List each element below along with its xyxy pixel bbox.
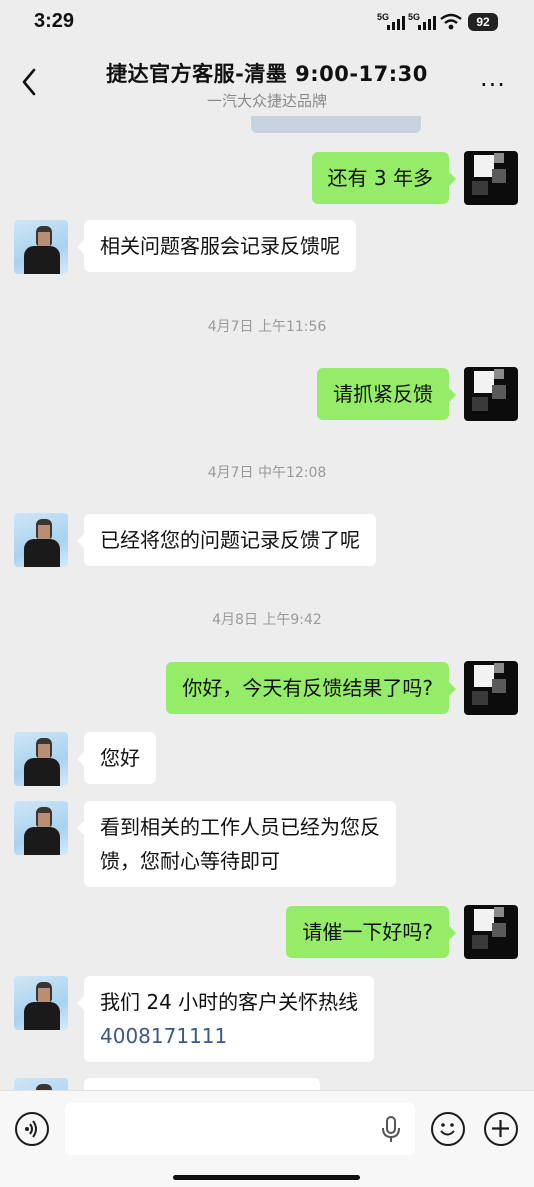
emoji-icon[interactable] bbox=[431, 1112, 465, 1146]
message-bubble-in[interactable]: 看到相关的工作人员已经为您反 馈，您耐心等待即可 bbox=[77, 801, 396, 887]
message-line: 馈，您耐心等待即可 bbox=[100, 849, 280, 873]
message-bubble-in[interactable]: 已经将您的问题记录反馈了呢 bbox=[77, 514, 376, 566]
message-bubble-out[interactable]: 请催一下好吗? bbox=[286, 906, 456, 958]
image-message-partial[interactable] bbox=[251, 116, 421, 133]
message-line: 看到相关的工作人员已经为您反 bbox=[100, 815, 380, 839]
message-list[interactable]: 还有 3 年多 相关问题客服会记录反馈呢 4月7日 上午11:56 请抓紧反馈 … bbox=[0, 116, 534, 1090]
status-bar: 3:29 5G 5G 92 bbox=[0, 0, 534, 46]
agent-avatar[interactable] bbox=[14, 976, 68, 1030]
user-avatar[interactable] bbox=[464, 905, 518, 959]
more-icon[interactable]: ··· bbox=[480, 73, 506, 97]
message-bubble-out[interactable]: 你好，今天有反馈结果了吗? bbox=[166, 662, 456, 714]
plus-icon[interactable] bbox=[484, 1112, 518, 1146]
phone-link[interactable]: 4008171111 bbox=[100, 1019, 358, 1053]
agent-avatar[interactable] bbox=[14, 513, 68, 567]
input-bar bbox=[0, 1090, 534, 1187]
timestamp: 4月7日 中午12:08 bbox=[207, 465, 327, 481]
chat-title: 捷达官方客服-清墨 9:00-17:30 bbox=[106, 62, 428, 86]
agent-avatar[interactable] bbox=[14, 220, 68, 274]
timestamp: 4月7日 上午11:56 bbox=[207, 319, 327, 335]
agent-avatar[interactable] bbox=[14, 732, 68, 786]
message-bubble-in[interactable]: 您好 bbox=[77, 732, 156, 784]
home-indicator[interactable] bbox=[173, 1175, 360, 1180]
chat-header: 捷达官方客服-清墨 9:00-17:30 一汽大众捷达品牌 ··· bbox=[0, 46, 534, 116]
message-bubble-in[interactable]: 我们 24 小时的客户关怀热线 4008171111 bbox=[76, 976, 375, 1062]
voice-icon[interactable] bbox=[15, 1112, 49, 1146]
message-bubble-in-partial[interactable] bbox=[84, 1078, 320, 1090]
message-bubble-out[interactable]: 请抓紧反馈 bbox=[317, 368, 456, 420]
message-line: 我们 24 小时的客户关怀热线 bbox=[100, 990, 359, 1014]
user-avatar[interactable] bbox=[464, 151, 518, 205]
user-avatar[interactable] bbox=[464, 661, 518, 715]
microphone-icon[interactable] bbox=[380, 1115, 402, 1145]
message-bubble-out[interactable]: 还有 3 年多 bbox=[311, 152, 457, 204]
battery-indicator: 92 bbox=[468, 13, 498, 31]
agent-avatar[interactable] bbox=[14, 801, 68, 855]
message-bubble-in[interactable]: 相关问题客服会记录反馈呢 bbox=[77, 220, 356, 272]
message-input[interactable] bbox=[65, 1103, 415, 1155]
cellular-signal-1-icon: 5G bbox=[377, 12, 407, 32]
agent-avatar[interactable] bbox=[14, 1078, 68, 1090]
timestamp: 4月8日 上午9:42 bbox=[212, 612, 322, 628]
chat-subtitle: 一汽大众捷达品牌 bbox=[206, 92, 327, 110]
status-time: 3:29 bbox=[34, 10, 75, 32]
wifi-icon bbox=[440, 13, 462, 30]
cellular-signal-2-icon: 5G bbox=[408, 12, 438, 32]
user-avatar[interactable] bbox=[464, 367, 518, 421]
